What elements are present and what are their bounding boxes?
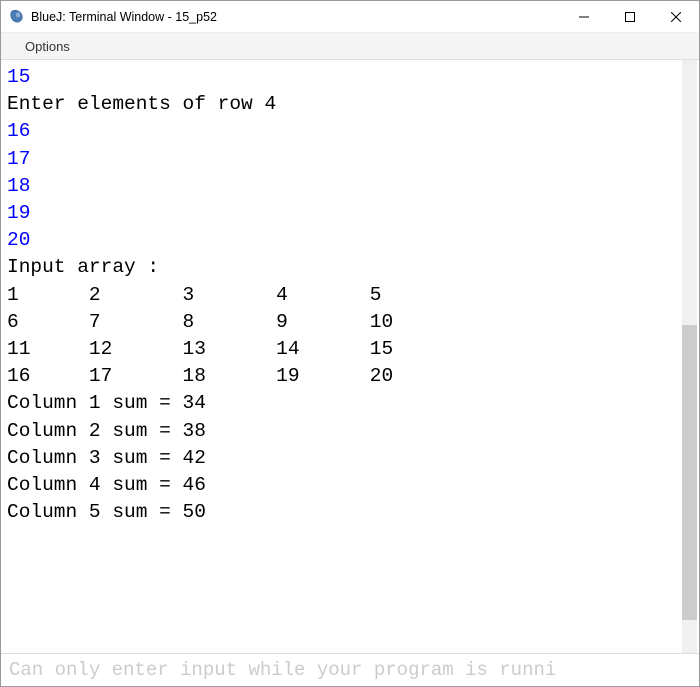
terminal-area: 15Enter elements of row 41617181920Input… [1,60,699,653]
close-button[interactable] [653,1,699,33]
terminal-line: 20 [7,227,693,254]
terminal-line: 1 2 3 4 5 [7,282,693,309]
terminal-line: 19 [7,200,693,227]
terminal-line: Column 1 sum = 34 [7,390,693,417]
input-placeholder: Can only enter input while your program … [9,659,556,681]
terminal-line: Column 3 sum = 42 [7,445,693,472]
options-menu[interactable]: Options [17,35,78,58]
input-bar: Can only enter input while your program … [1,653,699,686]
menubar: Options [1,33,699,60]
terminal-line: 18 [7,173,693,200]
titlebar-left: BlueJ: Terminal Window - 15_p52 [9,9,217,25]
terminal-line: 16 17 18 19 20 [7,363,693,390]
terminal-line: Input array : [7,254,693,281]
bluej-icon [9,9,25,25]
terminal-line: 6 7 8 9 10 [7,309,693,336]
terminal-line: Column 4 sum = 46 [7,472,693,499]
maximize-button[interactable] [607,1,653,33]
minimize-button[interactable] [561,1,607,33]
terminal-line: Enter elements of row 4 [7,91,693,118]
terminal-line: 16 [7,118,693,145]
window-title: BlueJ: Terminal Window - 15_p52 [31,10,217,24]
window-controls [561,1,699,32]
terminal-line: Column 2 sum = 38 [7,418,693,445]
terminal-content[interactable]: 15Enter elements of row 41617181920Input… [1,60,699,653]
terminal-line: Column 5 sum = 50 [7,499,693,526]
titlebar: BlueJ: Terminal Window - 15_p52 [1,1,699,33]
terminal-line: 15 [7,64,693,91]
terminal-line: 17 [7,146,693,173]
scrollbar-thumb[interactable] [682,325,697,620]
terminal-line: 11 12 13 14 15 [7,336,693,363]
